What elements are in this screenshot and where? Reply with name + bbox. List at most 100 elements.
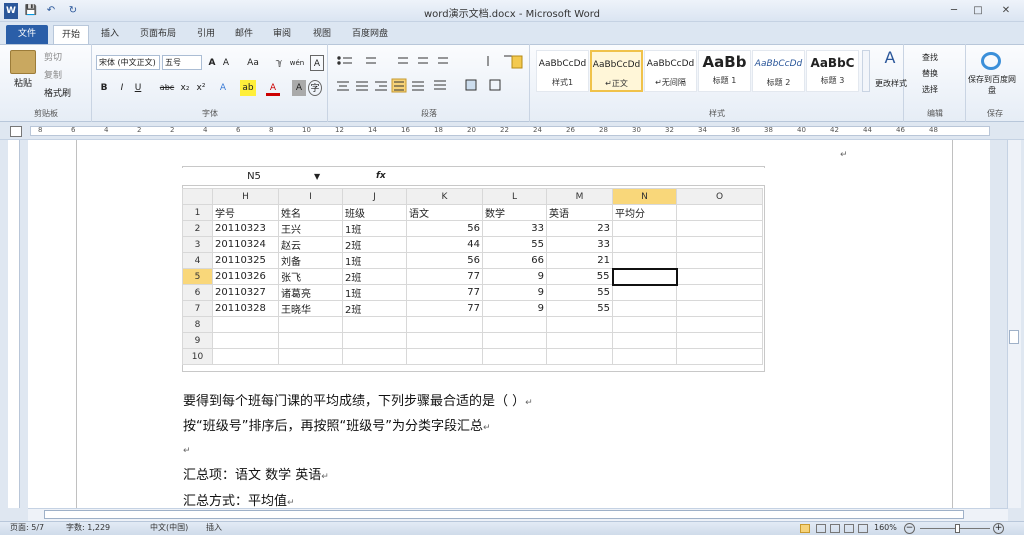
column-header[interactable]: M (546, 188, 613, 205)
word-count[interactable]: 字数: 1,229 (66, 522, 110, 534)
cell[interactable] (278, 316, 343, 333)
column-header[interactable]: N (612, 188, 677, 205)
cell[interactable]: 英语 (546, 204, 613, 221)
row-header[interactable]: 2 (182, 220, 213, 237)
spreadsheet-grid[interactable]: H I J K L M N O 1 学号 姓名 班级 语文 数学 英语 平均分 2 20110323 王兴 1班 56 3… (182, 188, 763, 365)
cell[interactable]: 王晓华 (278, 300, 343, 317)
change-case-button[interactable]: Aa (244, 55, 262, 71)
print-layout-view-icon[interactable] (800, 524, 810, 533)
style-item-1[interactable]: AaBbCcDd 样式1 (536, 50, 589, 92)
cell[interactable] (676, 332, 763, 349)
name-box-dropdown-icon[interactable]: ▼ (314, 169, 324, 184)
tab-mailings[interactable]: 邮件 (232, 25, 256, 44)
cell[interactable] (212, 348, 279, 365)
style-item-normal[interactable]: AaBbCcDd ↵正文 (590, 50, 643, 92)
cell[interactable] (546, 316, 613, 333)
font-name-select[interactable]: 宋体 (中文正文) (96, 55, 160, 70)
cell[interactable]: 2班 (342, 236, 407, 253)
cell[interactable] (676, 348, 763, 365)
cell[interactable]: 44 (406, 236, 483, 253)
language-indicator[interactable]: 中文(中国) (150, 522, 188, 534)
paste-button[interactable]: 粘贴 (6, 76, 40, 92)
cell[interactable] (676, 284, 763, 301)
cell[interactable] (676, 252, 763, 269)
highlight-button[interactable]: ab (240, 80, 256, 96)
shrink-font-button[interactable]: A (220, 55, 232, 71)
cell[interactable] (482, 316, 547, 333)
cut-button[interactable]: 剪切 (44, 50, 80, 66)
change-styles-icon[interactable]: A (878, 50, 902, 66)
cell[interactable] (406, 348, 483, 365)
cell[interactable]: 66 (482, 252, 547, 269)
cell[interactable]: 20110326 (212, 268, 279, 285)
row-header[interactable]: 8 (182, 316, 213, 333)
cell[interactable]: 20110323 (212, 220, 279, 237)
tab-home[interactable]: 开始 (53, 25, 89, 44)
clear-format-button[interactable]: ℽ (272, 55, 286, 71)
full-screen-view-icon[interactable] (816, 524, 826, 533)
cell[interactable] (612, 348, 677, 365)
tab-review[interactable]: 审阅 (270, 25, 294, 44)
cell[interactable]: 2班 (342, 300, 407, 317)
save-to-baidu-button[interactable]: 保存到百度网盘 (968, 74, 1016, 98)
cell[interactable]: 56 (406, 220, 483, 237)
minimize-button[interactable]: ─ (944, 4, 964, 18)
cell[interactable] (212, 332, 279, 349)
cell[interactable] (546, 332, 613, 349)
horizontal-scroll-thumb[interactable] (44, 510, 964, 519)
name-box[interactable]: N5 (184, 169, 324, 184)
cell[interactable]: 23 (546, 220, 613, 237)
grow-font-button[interactable]: A (206, 55, 218, 71)
paste-icon[interactable] (10, 50, 36, 74)
cell[interactable] (482, 332, 547, 349)
cell[interactable]: 张飞 (278, 268, 343, 285)
phonetic-guide-button[interactable]: wén (288, 55, 306, 71)
cell[interactable]: 平均分 (612, 204, 677, 221)
cell[interactable] (482, 348, 547, 365)
replace-button[interactable]: 替换 (922, 66, 962, 82)
cell[interactable]: 21 (546, 252, 613, 269)
styles-scroll[interactable] (862, 50, 870, 92)
vertical-scrollbar[interactable] (1007, 140, 1021, 508)
cell[interactable] (676, 236, 763, 253)
tab-references[interactable]: 引用 (192, 25, 220, 44)
cell[interactable]: 赵云 (278, 236, 343, 253)
font-size-select[interactable]: 五号 (162, 55, 202, 70)
column-header[interactable]: K (406, 188, 483, 205)
style-item-heading1[interactable]: AaBb 标题 1 (698, 50, 751, 92)
cell[interactable] (612, 300, 677, 317)
cell[interactable]: 数学 (482, 204, 547, 221)
fx-icon[interactable]: fx (376, 169, 396, 184)
column-header[interactable]: O (676, 188, 763, 205)
cell[interactable]: 33 (482, 220, 547, 237)
find-button[interactable]: 查找 (922, 50, 962, 66)
cell[interactable] (612, 236, 677, 253)
close-button[interactable]: ✕ (996, 4, 1016, 18)
underline-button[interactable]: U (132, 80, 144, 96)
cell[interactable]: 1班 (342, 220, 407, 237)
cell[interactable]: 55 (546, 300, 613, 317)
bold-button[interactable]: B (98, 80, 110, 96)
cell[interactable]: 9 (482, 284, 547, 301)
cell[interactable]: 77 (406, 300, 483, 317)
column-header[interactable]: H (212, 188, 279, 205)
zoom-in-button[interactable]: + (993, 523, 1004, 534)
cell[interactable]: 56 (406, 252, 483, 269)
char-border-button[interactable]: A (310, 55, 324, 71)
row-header[interactable]: 1 (182, 204, 213, 221)
row-header[interactable]: 4 (182, 252, 213, 269)
cell[interactable]: 1班 (342, 284, 407, 301)
column-header[interactable]: I (278, 188, 343, 205)
style-item-heading2[interactable]: AaBbCcDd 标题 2 (752, 50, 805, 92)
outline-view-icon[interactable] (844, 524, 854, 533)
cell[interactable] (612, 316, 677, 333)
row-header[interactable]: 7 (182, 300, 213, 317)
row-header[interactable]: 3 (182, 236, 213, 253)
baidu-netdisk-icon[interactable] (981, 52, 1001, 70)
cell[interactable] (278, 332, 343, 349)
cell[interactable] (406, 332, 483, 349)
cell[interactable]: 55 (482, 236, 547, 253)
row-header[interactable]: 5 (182, 268, 213, 285)
cell[interactable] (676, 268, 763, 285)
cell[interactable] (212, 316, 279, 333)
